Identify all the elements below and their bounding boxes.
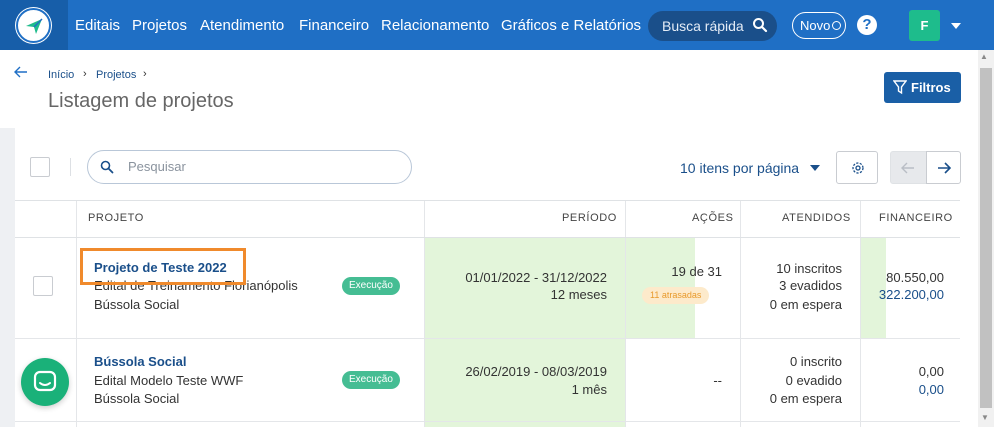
late-actions-badge: 11 atrasadas: [642, 287, 710, 304]
filters-label: Filtros: [911, 80, 951, 95]
page-header: [0, 50, 978, 128]
header-atendidos[interactable]: ATENDIDOS: [782, 212, 851, 224]
actions-count: --: [713, 373, 722, 388]
breadcrumb-inicio[interactable]: Início: [48, 69, 74, 81]
back-arrow-icon[interactable]: [14, 65, 28, 83]
row-divider: [15, 338, 960, 339]
search-input[interactable]: [128, 159, 388, 174]
chevron-down-icon: [832, 21, 841, 30]
served-waiting: 0 em espera: [769, 391, 842, 406]
items-per-page-select[interactable]: 10 itens por página: [680, 160, 799, 176]
search-icon: [100, 160, 114, 179]
chat-button[interactable]: [21, 358, 69, 406]
period-column-highlight: [425, 238, 625, 427]
served-enrolled: 0 inscrito: [789, 354, 842, 369]
period-range: 01/01/2022 - 31/12/2022: [465, 270, 607, 285]
period-duration: 1 mês: [571, 382, 607, 397]
nav-projetos[interactable]: Projetos: [132, 17, 187, 34]
scroll-down-icon[interactable]: ▼: [981, 413, 989, 422]
nav-editais[interactable]: Editais: [75, 17, 120, 34]
served-waiting: 0 em espera: [769, 297, 842, 312]
period-range: 26/02/2019 - 08/03/2019: [465, 364, 607, 379]
filters-button[interactable]: Filtros: [884, 72, 961, 103]
served-dropped: 0 evadido: [785, 373, 842, 388]
chat-icon: [33, 370, 57, 399]
scrollbar-thumb[interactable]: [980, 68, 992, 408]
arrow-left-icon: [901, 161, 915, 179]
paper-plane-logo-icon[interactable]: [16, 8, 51, 43]
nav-atendimento[interactable]: Atendimento: [200, 17, 284, 34]
period-duration: 12 meses: [550, 287, 607, 302]
quick-search[interactable]: Busca rápida: [648, 11, 777, 41]
nav-relacionamento[interactable]: Relacionamento: [381, 17, 489, 34]
previous-page-button[interactable]: [890, 151, 927, 184]
new-button[interactable]: Novo: [792, 12, 846, 39]
caret-down-icon[interactable]: [810, 165, 820, 171]
header-acoes[interactable]: AÇÕES: [692, 212, 734, 224]
settings-button[interactable]: [836, 151, 878, 184]
row-divider: [15, 421, 960, 422]
select-all-checkbox[interactable]: [30, 157, 50, 177]
logo-area[interactable]: [0, 0, 68, 50]
toolbar-divider: [70, 158, 71, 176]
help-icon[interactable]: ?: [857, 15, 877, 35]
status-badge: Execução: [342, 277, 400, 295]
scroll-up-icon[interactable]: ▲: [980, 52, 988, 61]
avatar[interactable]: F: [909, 10, 940, 41]
search-field[interactable]: [87, 150, 412, 184]
header-financeiro[interactable]: FINANCEIRO: [879, 212, 953, 224]
table-header: PROJETO PERÍODO AÇÕES ATENDIDOS FINANCEI…: [15, 201, 960, 238]
project-edital: Edital Modelo Teste WWF: [94, 373, 244, 388]
arrow-right-icon: [937, 161, 952, 179]
project-title-link[interactable]: Bússola Social: [94, 354, 186, 369]
served-dropped: 3 evadidos: [779, 278, 842, 293]
nav-graficos-relatorios[interactable]: Gráficos e Relatórios: [501, 17, 641, 34]
next-page-button[interactable]: [926, 151, 961, 184]
project-org: Bússola Social: [94, 297, 180, 312]
actions-count: 19 de 31: [671, 264, 722, 279]
nav-financeiro[interactable]: Financeiro: [299, 17, 369, 34]
breadcrumb-separator-icon: ›: [143, 68, 147, 80]
served-enrolled: 10 inscritos: [776, 261, 842, 276]
projects-table: PROJETO PERÍODO AÇÕES ATENDIDOS FINANCEI…: [15, 200, 960, 427]
project-org: Bússola Social: [94, 391, 180, 406]
status-badge: Execução: [342, 371, 400, 389]
quick-search-label: Busca rápida: [662, 18, 744, 34]
header-periodo[interactable]: PERÍODO: [562, 212, 617, 224]
caret-down-icon[interactable]: [951, 23, 961, 29]
gear-icon: [851, 161, 865, 180]
financial-total: 0,00: [918, 382, 944, 397]
search-icon: [752, 17, 768, 36]
breadcrumb-separator-icon: ›: [83, 68, 87, 80]
header-projeto[interactable]: PROJETO: [88, 212, 144, 224]
new-button-label: Novo: [800, 18, 831, 33]
breadcrumb-projetos[interactable]: Projetos: [96, 69, 136, 81]
financial-total: 322.200,00: [878, 287, 944, 302]
financial-value: 0,00: [918, 364, 944, 379]
filter-icon: [892, 79, 908, 98]
row-checkbox[interactable]: [33, 276, 53, 296]
financial-value: 80.550,00: [886, 270, 944, 285]
highlight-box: [80, 248, 246, 285]
page-title: Listagem de projetos: [48, 90, 234, 112]
